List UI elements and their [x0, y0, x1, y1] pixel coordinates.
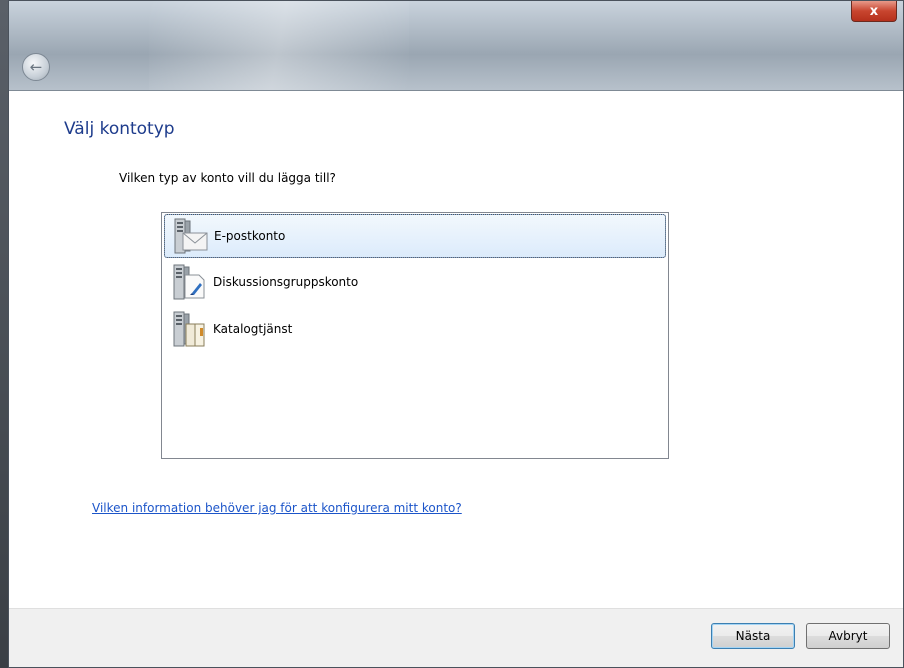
- back-arrow-icon: ←: [29, 57, 43, 76]
- page-title: Välj kontotyp: [64, 119, 175, 139]
- list-item-email-account[interactable]: E-postkonto: [164, 214, 666, 258]
- close-icon: x: [869, 3, 879, 19]
- title-bar-glass: [149, 1, 409, 90]
- help-link[interactable]: Vilken information behöver jag för att k…: [92, 501, 462, 515]
- close-button[interactable]: x: [851, 1, 897, 22]
- title-bar: ← x: [9, 1, 903, 91]
- cancel-button[interactable]: Avbryt: [806, 623, 890, 649]
- list-item-label: E-postkonto: [214, 229, 286, 243]
- back-button[interactable]: ←: [22, 53, 50, 81]
- dialog-window: ← x Välj kontotyp Vilken typ av konto vi…: [8, 0, 904, 668]
- button-bar: Nästa Avbryt: [9, 608, 903, 667]
- wizard-content: Välj kontotyp Vilken typ av konto vill d…: [9, 91, 903, 608]
- mail-server-icon: [174, 218, 208, 254]
- list-item-directory-service[interactable]: Katalogtjänst: [164, 306, 666, 352]
- account-type-list[interactable]: E-postkonto Diskussionsgruppskonto Katal…: [161, 212, 669, 459]
- newsgroup-server-icon: [173, 264, 205, 300]
- question-label: Vilken typ av konto vill du lägga till?: [119, 171, 336, 185]
- list-item-label: Katalogtjänst: [213, 322, 293, 336]
- next-button[interactable]: Nästa: [711, 623, 795, 649]
- list-item-newsgroup-account[interactable]: Diskussionsgruppskonto: [164, 259, 666, 305]
- directory-server-icon: [173, 311, 205, 347]
- list-item-label: Diskussionsgruppskonto: [213, 275, 359, 289]
